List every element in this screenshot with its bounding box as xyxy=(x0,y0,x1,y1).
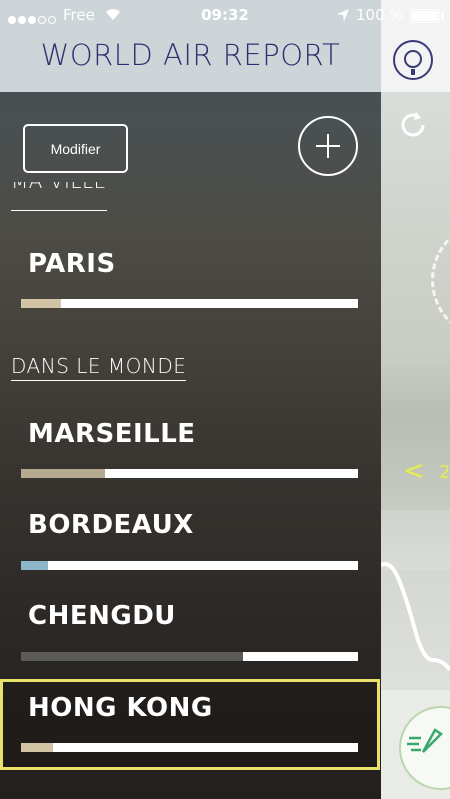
air-quality-bar xyxy=(21,561,358,570)
city-name[interactable]: BORDEAUX xyxy=(28,510,194,540)
previous-chevron-icon[interactable]: < xyxy=(403,456,425,486)
section-world: DANS LE MONDE xyxy=(11,354,187,381)
screen: < 2 WORLD AIR REPORT Modifier MA VILLE xyxy=(0,0,450,799)
edit-button[interactable]: Modifier xyxy=(23,124,128,173)
pin-icon xyxy=(407,728,443,753)
globe-icon[interactable] xyxy=(393,40,433,80)
air-quality-fill xyxy=(21,469,106,478)
pollution-curve xyxy=(381,562,450,672)
air-quality-bar xyxy=(21,652,358,661)
city-name[interactable]: PARIS xyxy=(28,249,116,279)
air-quality-fill xyxy=(21,743,53,752)
battery-percent: 100 % xyxy=(356,6,404,24)
city-name[interactable]: CHENGDU xyxy=(28,601,176,631)
refresh-icon[interactable] xyxy=(397,108,429,140)
location-arrow-icon xyxy=(337,9,349,21)
main-panel-peek[interactable]: < 2 xyxy=(381,0,450,799)
air-quality-fill xyxy=(21,652,244,661)
air-quality-fill xyxy=(21,299,62,308)
app-title: WORLD AIR REPORT xyxy=(40,38,341,72)
section-my-city: MA VILLE xyxy=(11,182,107,211)
peek-value: 2 xyxy=(439,462,450,483)
battery-icon xyxy=(410,9,444,23)
city-name[interactable]: HONG KONG xyxy=(28,693,213,723)
air-quality-gauge xyxy=(431,220,450,340)
cities-menu: WORLD AIR REPORT Modifier MA VILLE PARIS… xyxy=(0,0,381,799)
city-name[interactable]: MARSEILLE xyxy=(28,419,196,449)
add-city-button[interactable] xyxy=(298,116,358,176)
air-quality-bar xyxy=(21,299,358,308)
air-quality-bar xyxy=(21,743,358,752)
status-bar: Free 09:32 100 % xyxy=(0,0,450,30)
air-quality-bar xyxy=(21,469,358,478)
air-quality-fill xyxy=(21,561,48,570)
